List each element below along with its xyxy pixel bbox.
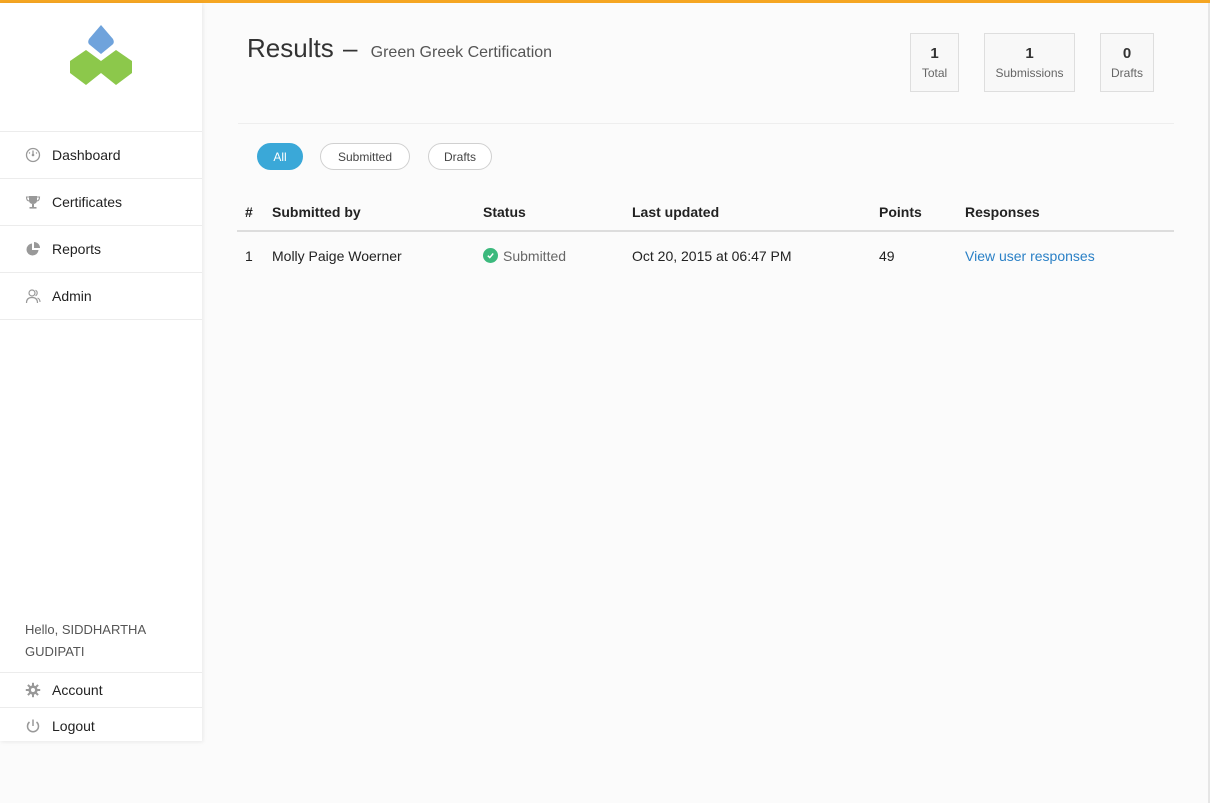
power-icon: [25, 718, 41, 734]
stat-value: 1: [1025, 45, 1034, 62]
column-header-points: Points: [879, 193, 965, 232]
sidebar-item-label: Logout: [52, 717, 95, 734]
sidebar-item-admin[interactable]: Admin: [0, 273, 202, 320]
sidebar-item-dashboard[interactable]: Dashboard: [0, 132, 202, 179]
filter-drafts[interactable]: Drafts: [428, 143, 492, 170]
page-title-main: Results: [247, 33, 334, 63]
gear-icon: [25, 682, 41, 698]
sidebar-item-label: Account: [52, 682, 103, 698]
sidebar-item-account[interactable]: Account: [0, 673, 202, 708]
sidebar-item-label: Dashboard: [52, 147, 121, 163]
filter-all[interactable]: All: [257, 143, 303, 170]
header-divider: [238, 123, 1174, 124]
row-points: 49: [879, 247, 895, 264]
sidebar-item-label: Reports: [52, 241, 102, 257]
trophy-icon: [25, 194, 41, 210]
page-subtitle: Green Greek Certification: [370, 44, 553, 61]
row-status: Submitted: [483, 231, 632, 279]
column-header-last-updated: Last updated: [632, 193, 879, 232]
sidebar-item-reports[interactable]: Reports: [0, 226, 202, 273]
row-number: 1: [245, 247, 253, 264]
page-title: Results – Green Greek Certification: [247, 33, 552, 64]
pie-chart-icon: [25, 241, 41, 257]
stat-value: 1: [930, 45, 939, 62]
row-last-updated: Oct 20, 2015 at 06:47 PM: [632, 247, 792, 264]
results-table: # Submitted by Status Last updated Point…: [237, 193, 1174, 279]
title-separator: –: [342, 33, 358, 63]
sidebar-item-label: Certificates: [52, 194, 123, 210]
sidebar-nav: Dashboard Certificates Reports Admin: [0, 131, 202, 320]
table-header-row: # Submitted by Status Last updated Point…: [237, 193, 1174, 232]
stat-label: Submissions: [995, 66, 1064, 80]
sidebar-item-label: Admin: [52, 288, 92, 304]
main-content: Results – Green Greek Certification 1 To…: [202, 3, 1208, 803]
stat-label: Drafts: [1110, 66, 1143, 80]
stat-drafts: 0 Drafts: [1100, 33, 1154, 92]
users-icon: [25, 288, 41, 304]
stat-total: 1 Total: [910, 33, 959, 92]
sidebar: Dashboard Certificates Reports Admin Hel…: [0, 3, 202, 741]
stat-label: Total: [921, 66, 948, 80]
user-greeting: Hello, SIDDHARTHA GUDIPATI: [25, 622, 146, 659]
stat-submissions: 1 Submissions: [984, 33, 1075, 92]
sidebar-bottom-nav: Account Logout: [0, 672, 202, 743]
filter-submitted[interactable]: Submitted: [320, 143, 410, 170]
stat-value: 0: [1122, 45, 1132, 62]
sidebar-item-certificates[interactable]: Certificates: [0, 179, 202, 226]
view-user-responses-link[interactable]: View user responses: [965, 248, 1095, 264]
table-row: 1 Molly Paige Woerner Submitted Oct 20, …: [237, 231, 1174, 279]
column-header-number: #: [237, 193, 272, 232]
check-circle-icon: [483, 248, 498, 263]
column-header-status: Status: [483, 193, 632, 232]
app-logo[interactable]: [66, 23, 136, 93]
row-responses-cell: View user responses: [965, 231, 1174, 279]
dashboard-icon: [25, 147, 41, 163]
column-header-submitted-by: Submitted by: [272, 193, 483, 232]
status-text: Submitted: [503, 247, 567, 264]
row-submitted-by: Molly Paige Woerner: [272, 247, 402, 264]
column-header-responses: Responses: [965, 193, 1174, 232]
sidebar-item-logout[interactable]: Logout: [0, 708, 202, 743]
